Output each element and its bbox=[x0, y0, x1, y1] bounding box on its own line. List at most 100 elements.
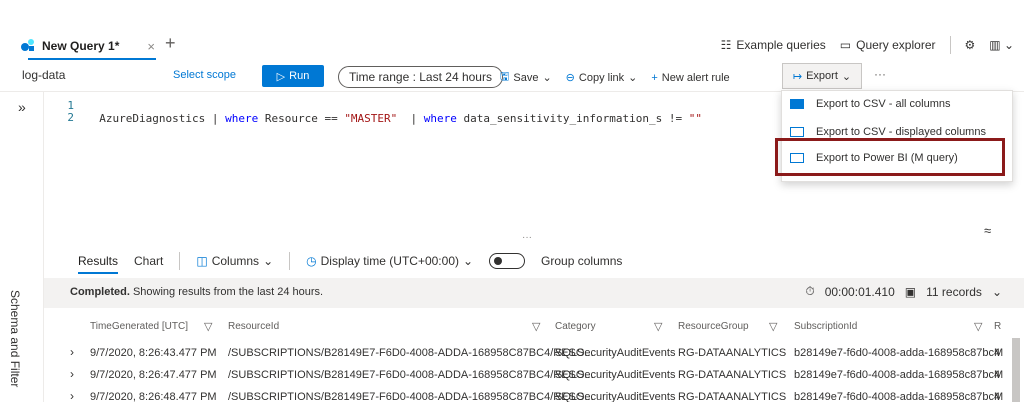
chevron-down-icon: ⌄ bbox=[263, 254, 274, 268]
query-icon bbox=[20, 38, 36, 55]
export-csv-all-item[interactable]: Export to CSV - all columns bbox=[790, 94, 951, 114]
collapse-icon[interactable]: ⌄ bbox=[992, 285, 1002, 299]
query-code-line[interactable]: AzureDiagnostics | where Resource == "MA… bbox=[86, 99, 702, 125]
table-cell: SQLSecurityAuditEvents bbox=[555, 347, 676, 359]
table-cell: 9/7/2020, 8:26:48.477 PM bbox=[90, 391, 217, 402]
save-icon: 🖫 bbox=[500, 71, 510, 83]
toolbar-actions: 🖫 Save ⌄ ⊖ Copy link ⌄ + New alert rule bbox=[500, 68, 730, 87]
divider bbox=[289, 252, 291, 270]
table-cell: SQLSecurityAuditEvents bbox=[555, 369, 676, 381]
table-cell: RG-DATAANALYTICS bbox=[678, 347, 787, 359]
code-keyword: where bbox=[423, 112, 457, 125]
column-header[interactable]: Category bbox=[555, 321, 596, 332]
export-icon: ↦ bbox=[792, 70, 803, 83]
schema-and-filter-label[interactable]: Schema and Filter bbox=[2, 290, 22, 387]
tab-chart[interactable]: Chart bbox=[134, 254, 163, 268]
expand-sidebar-icon[interactable]: » bbox=[18, 99, 26, 115]
divider bbox=[179, 252, 181, 270]
code-token: data_sensitivity_information_s != bbox=[456, 112, 689, 125]
chevron-down-icon: ⌄ bbox=[841, 70, 852, 83]
table-cell: b28149e7-f6d0-4008-adda-168958c87bc4 bbox=[794, 391, 1001, 402]
table-row[interactable]: › 9/7/2020, 8:26:47.477 PM /SUBSCRIPTION… bbox=[44, 366, 1012, 386]
resize-handle[interactable]: ··· bbox=[522, 232, 532, 243]
divider bbox=[949, 36, 951, 54]
status-completed: Completed. bbox=[70, 286, 130, 298]
close-icon[interactable]: × bbox=[147, 39, 155, 54]
add-tab-button[interactable]: + bbox=[165, 33, 176, 54]
columns-button[interactable]: ◫ Columns ⌄ bbox=[196, 254, 273, 268]
records-icon: ▣ bbox=[904, 284, 917, 299]
table-header: TimeGenerated [UTC] ▽ ResourceId ▽ Categ… bbox=[44, 318, 1024, 338]
chevron-down-icon: ⌄ bbox=[542, 72, 552, 84]
filter-icon[interactable]: ▽ bbox=[532, 320, 540, 333]
chevron-right-icon[interactable]: › bbox=[70, 345, 74, 359]
highlight-annotation bbox=[775, 138, 1005, 176]
export-label: Export bbox=[806, 70, 838, 82]
filter-icon[interactable]: ▽ bbox=[974, 320, 982, 333]
list-icon: ☷ bbox=[720, 38, 732, 52]
copy-link-button[interactable]: ⊖ Copy link ⌄ bbox=[565, 71, 638, 85]
timer-icon: ⏱ bbox=[805, 284, 815, 298]
table-cell: M bbox=[994, 369, 1004, 381]
display-time-button[interactable]: ◷ Display time (UTC+00:00) ⌄ bbox=[306, 254, 473, 268]
filter-icon[interactable]: ▽ bbox=[769, 320, 777, 333]
example-queries-button[interactable]: ☷ Example queries bbox=[721, 38, 826, 52]
display-time-label: Display time (UTC+00:00) bbox=[320, 254, 459, 268]
save-button[interactable]: 🖫 Save ⌄ bbox=[500, 68, 552, 87]
chevron-right-icon[interactable]: › bbox=[70, 389, 74, 402]
plus-icon: + bbox=[651, 71, 658, 84]
chevron-right-icon[interactable]: › bbox=[70, 367, 74, 381]
select-scope-link[interactable]: Select scope bbox=[173, 69, 236, 81]
run-button[interactable]: ▷ Run bbox=[262, 65, 324, 87]
play-icon: ▷ bbox=[276, 70, 286, 83]
table-row[interactable]: › 9/7/2020, 8:26:43.477 PM /SUBSCRIPTION… bbox=[44, 344, 1012, 364]
columns-label: Columns bbox=[211, 254, 260, 268]
table-cell: RG-DATAANALYTICS bbox=[678, 369, 787, 381]
tab-title: New Query 1* bbox=[42, 39, 120, 53]
explorer-icon: ▭ bbox=[839, 38, 852, 52]
table-row[interactable]: › 9/7/2020, 8:26:48.477 PM /SUBSCRIPTION… bbox=[44, 388, 1012, 402]
filter-icon[interactable]: ▽ bbox=[654, 320, 662, 333]
example-queries-label: Example queries bbox=[736, 38, 826, 52]
clock-icon: ◷ bbox=[306, 254, 317, 268]
tab-results[interactable]: Results bbox=[78, 254, 119, 274]
book-icon[interactable]: ▥ ⌄ bbox=[989, 38, 1014, 52]
table-cell: SQLSecurityAuditEvents bbox=[555, 391, 676, 402]
columns-icon: ◫ bbox=[196, 254, 208, 268]
csv-icon bbox=[790, 127, 804, 137]
menu-item-label: Export to CSV - all columns bbox=[816, 98, 951, 110]
more-options-button[interactable]: ··· bbox=[874, 67, 886, 81]
code-token: Resource == bbox=[258, 112, 345, 125]
collapse-editor-icon[interactable]: ≈ bbox=[984, 223, 991, 238]
column-header[interactable]: SubscriptionId bbox=[794, 321, 857, 332]
line-number: 2 bbox=[67, 111, 74, 124]
group-columns-toggle[interactable] bbox=[489, 253, 526, 269]
vertical-scrollbar[interactable] bbox=[1012, 338, 1020, 402]
gear-icon[interactable]: ⚙ bbox=[965, 38, 976, 52]
column-header[interactable]: ResourceId bbox=[228, 321, 279, 332]
table-cell: b28149e7-f6d0-4008-adda-168958c87bc4 bbox=[794, 369, 1001, 381]
table-cell: M bbox=[994, 391, 1004, 402]
column-header[interactable]: ResourceGroup bbox=[678, 321, 749, 332]
code-string: "MASTER" bbox=[344, 112, 398, 125]
status-text: Completed. Showing results from the last… bbox=[70, 286, 323, 298]
link-icon: ⊖ bbox=[565, 72, 575, 84]
query-explorer-button[interactable]: ▭ Query explorer bbox=[840, 38, 936, 52]
export-button[interactable]: ↦ Export ⌄ bbox=[782, 63, 862, 89]
time-range-button[interactable]: Time range : Last 24 hours bbox=[338, 66, 503, 88]
query-tab[interactable]: New Query 1* × bbox=[20, 36, 155, 56]
menu-item-label: Export to CSV - displayed columns bbox=[816, 126, 986, 138]
new-alert-rule-button[interactable]: + New alert rule bbox=[651, 72, 729, 84]
column-header[interactable]: R bbox=[994, 321, 1001, 332]
query-explorer-label: Query explorer bbox=[856, 38, 936, 52]
column-header[interactable]: TimeGenerated [UTC] bbox=[90, 321, 188, 332]
record-count: 11 records bbox=[926, 284, 982, 299]
table-cell: b28149e7-f6d0-4008-adda-168958c87bc4 bbox=[794, 347, 1001, 359]
filter-icon[interactable]: ▽ bbox=[204, 320, 212, 333]
csv-icon bbox=[790, 99, 804, 109]
code-token: AzureDiagnostics | bbox=[99, 112, 226, 125]
table-cell: 9/7/2020, 8:26:43.477 PM bbox=[90, 347, 217, 359]
table-cell: /SUBSCRIPTIONS/B28149E7-F6D0-4008-ADDA-1… bbox=[228, 369, 594, 381]
code-string: "" bbox=[688, 112, 702, 125]
save-label: Save bbox=[513, 71, 539, 84]
